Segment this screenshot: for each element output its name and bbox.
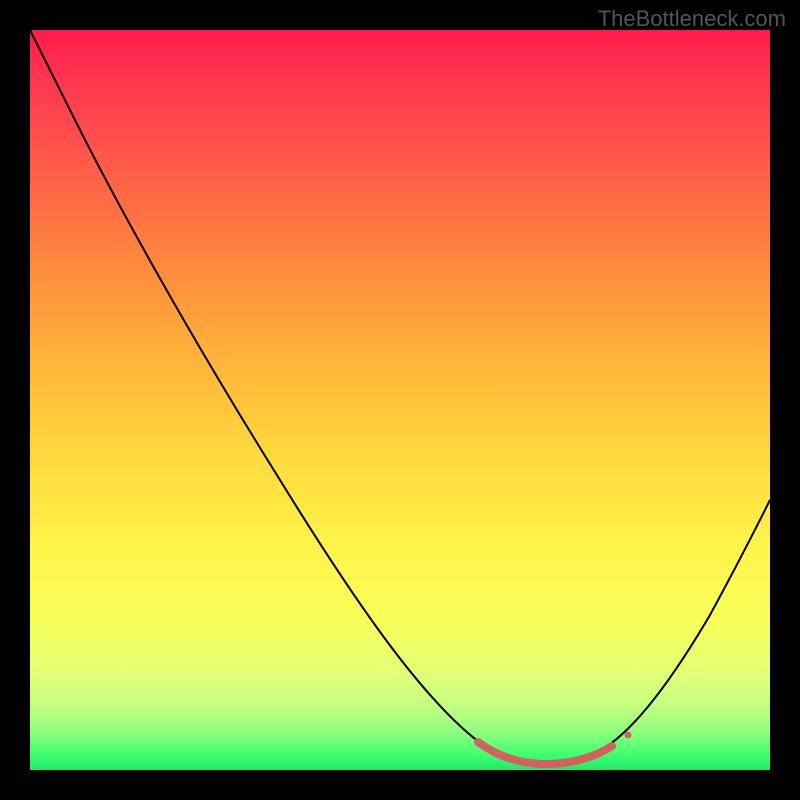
optimal-range-marker bbox=[478, 742, 612, 764]
chart-plot-area bbox=[30, 30, 770, 770]
optimal-range-dot bbox=[625, 732, 632, 739]
bottleneck-curve bbox=[30, 30, 770, 763]
chart-svg bbox=[30, 30, 770, 770]
watermark-text: TheBottleneck.com bbox=[598, 6, 786, 32]
